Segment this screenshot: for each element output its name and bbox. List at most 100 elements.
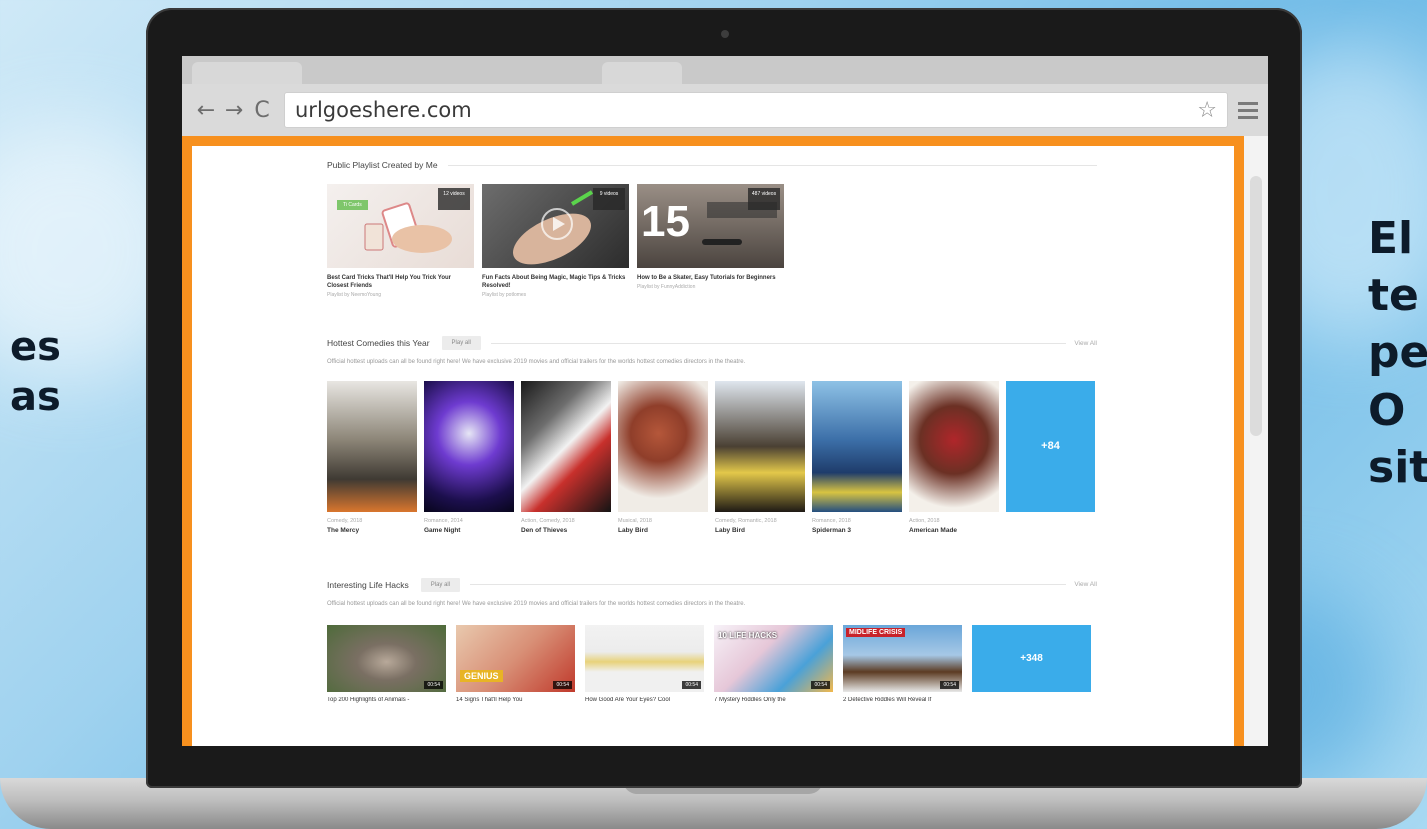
movie-meta: Musical, 2018 <box>618 517 652 524</box>
movie-card[interactable]: Action, Comedy, 2018 Den of Thieves <box>521 380 611 534</box>
view-all-link[interactable]: View All <box>1074 340 1097 347</box>
movie-title[interactable]: American Made <box>909 527 999 534</box>
movie-title[interactable]: Laby Bird <box>618 527 708 534</box>
movie-card[interactable]: Romance, 2014 Game Night <box>424 380 514 534</box>
comedies-header: Hottest Comedies this Year Play all View… <box>327 336 1097 351</box>
video-thumbnail[interactable]: GENIUS 00:54 <box>456 624 575 692</box>
video-thumbnail[interactable]: MIDLIFE CRISIS 00:54 <box>843 624 962 692</box>
movie-poster[interactable] <box>715 380 805 512</box>
laptop-lid: ← → C urlgoeshere.com ☆ Public Playlist … <box>146 8 1302 788</box>
video-card[interactable]: 10 LIFE HACKS 00:54 7 Mystery Riddles On… <box>714 624 833 703</box>
play-all-button[interactable]: Play all <box>420 577 461 592</box>
movie-meta: Comedy, Romantic, 2018 <box>715 517 777 524</box>
movie-meta: Romance, 2018 <box>812 517 851 524</box>
playlist-title[interactable]: How to Be a Skater, Easy Tutorials for B… <box>637 274 784 282</box>
page-content: Public Playlist Created by Me Ti Cards 1… <box>327 160 1097 703</box>
video-duration: 00:54 <box>940 680 959 689</box>
url-text[interactable]: urlgoeshere.com <box>295 98 1197 122</box>
playlists-heading: Public Playlist Created by Me <box>327 160 438 170</box>
svg-text:15: 15 <box>641 197 690 246</box>
scrollbar-thumb[interactable] <box>1250 176 1262 436</box>
playlist-thumbnail[interactable]: Ti Cards 12 videos <box>327 184 474 268</box>
browser-tab[interactable] <box>602 62 682 84</box>
address-bar[interactable]: urlgoeshere.com ☆ <box>284 92 1228 128</box>
movie-poster[interactable] <box>521 380 611 512</box>
right-caption-line: pe <box>1368 327 1427 379</box>
right-caption-line: sit <box>1368 441 1427 493</box>
movie-title[interactable]: The Mercy <box>327 527 417 534</box>
laptop-screen: ← → C urlgoeshere.com ☆ Public Playlist … <box>182 56 1268 746</box>
comedies-row: Comedy, 2018 The Mercy Romance, 2014 Gam… <box>327 380 1097 534</box>
menu-icon[interactable] <box>1238 101 1258 119</box>
video-title[interactable]: How Good Are Your Eyes? Cool <box>585 697 704 703</box>
movie-title[interactable]: Game Night <box>424 527 514 534</box>
more-movies-tile[interactable]: +84 <box>1006 380 1095 512</box>
playlist-thumbnail[interactable]: 9 videos <box>482 184 629 268</box>
video-count: 9 videos <box>593 188 625 210</box>
video-title[interactable]: 14 Signs That'll Help You <box>456 697 575 703</box>
more-videos-tile[interactable]: +348 <box>972 624 1091 692</box>
video-thumbnail[interactable]: 00:54 <box>585 624 704 692</box>
thumbnail-overlay-text: 10 LIFE HACKS <box>718 630 778 640</box>
movie-poster[interactable] <box>424 380 514 512</box>
playlist-thumbnail[interactable]: 15 487 videos <box>637 184 784 268</box>
movie-poster[interactable] <box>909 380 999 512</box>
movie-card[interactable]: Romance, 2018 Spiderman 3 <box>812 380 902 534</box>
play-all-button[interactable]: Play all <box>441 336 481 351</box>
video-duration: 00:54 <box>682 680 701 689</box>
video-duration: 00:54 <box>553 680 572 689</box>
forward-arrow-icon[interactable]: → <box>220 96 248 124</box>
lifehacks-heading: Interesting Life Hacks <box>327 579 409 590</box>
right-caption-line: O <box>1368 384 1406 436</box>
right-caption-line: te <box>1368 270 1419 322</box>
web-page: Public Playlist Created by Me Ti Cards 1… <box>182 136 1268 746</box>
video-card[interactable]: MIDLIFE CRISIS 00:54 2 Detective Riddles… <box>843 624 962 703</box>
reload-icon[interactable]: C <box>248 96 276 124</box>
right-caption: El te pe O sit <box>1368 210 1427 496</box>
video-card[interactable]: 00:54 Top 200 Highlights of Animals - <box>327 624 446 703</box>
divider <box>490 342 1067 344</box>
playlist-card[interactable]: 9 videos Fun Facts About Being Magic, Ma… <box>482 184 629 298</box>
video-card[interactable]: GENIUS 00:54 14 Signs That'll Help You <box>456 624 575 703</box>
video-thumbnail[interactable]: 10 LIFE HACKS 00:54 <box>714 624 833 692</box>
video-title[interactable]: 2 Detective Riddles Will Reveal If <box>843 697 962 703</box>
left-caption-line: as <box>10 374 61 420</box>
movie-meta: Romance, 2014 <box>424 517 463 524</box>
movie-card[interactable]: Musical, 2018 Laby Bird <box>618 380 708 534</box>
playlist-title[interactable]: Fun Facts About Being Magic, Magic Tips … <box>482 274 629 290</box>
divider <box>470 584 1067 586</box>
video-thumbnail[interactable]: 00:54 <box>327 624 446 692</box>
browser-tab[interactable] <box>192 62 302 84</box>
movie-meta: Action, 2018 <box>909 517 940 524</box>
lifehacks-row: 00:54 Top 200 Highlights of Animals - GE… <box>327 624 1097 703</box>
video-card[interactable]: 00:54 How Good Are Your Eyes? Cool <box>585 624 704 703</box>
video-title[interactable]: 7 Mystery Riddles Only the <box>714 697 833 703</box>
left-caption: es as <box>10 322 61 422</box>
page-frame: Public Playlist Created by Me Ti Cards 1… <box>182 136 1244 746</box>
video-duration: 00:54 <box>424 680 443 689</box>
movie-card[interactable]: Comedy, Romantic, 2018 Laby Bird <box>715 380 805 534</box>
movie-card[interactable]: Comedy, 2018 The Mercy <box>327 380 417 534</box>
movie-title[interactable]: Spiderman 3 <box>812 527 902 534</box>
movie-title[interactable]: Laby Bird <box>715 527 805 534</box>
movie-meta: Comedy, 2018 <box>327 517 363 524</box>
movie-card[interactable]: Action, 2018 American Made <box>909 380 999 534</box>
movie-poster[interactable] <box>812 380 902 512</box>
back-arrow-icon[interactable]: ← <box>192 96 220 124</box>
movie-poster[interactable] <box>327 380 417 512</box>
playlists-header: Public Playlist Created by Me <box>327 160 1097 170</box>
browser-toolbar: ← → C urlgoeshere.com ☆ <box>182 84 1268 136</box>
video-count: 487 videos <box>748 188 780 210</box>
video-count: 12 videos <box>438 188 470 210</box>
playlist-card[interactable]: Ti Cards 12 videos Best Card Tricks That… <box>327 184 474 298</box>
playlist-author: Playlist by potlomes <box>482 292 527 299</box>
playlist-card[interactable]: 15 487 videos How to Be a Skater, Easy T… <box>637 184 784 298</box>
scrollbar[interactable] <box>1244 136 1268 746</box>
video-title[interactable]: Top 200 Highlights of Animals - <box>327 697 446 703</box>
movie-poster[interactable] <box>618 380 708 512</box>
movie-title[interactable]: Den of Thieves <box>521 527 611 534</box>
left-caption-line: es <box>10 324 61 370</box>
view-all-link[interactable]: View All <box>1074 581 1097 588</box>
playlist-title[interactable]: Best Card Tricks That'll Help You Trick … <box>327 274 474 290</box>
bookmark-star-icon[interactable]: ☆ <box>1197 98 1217 123</box>
